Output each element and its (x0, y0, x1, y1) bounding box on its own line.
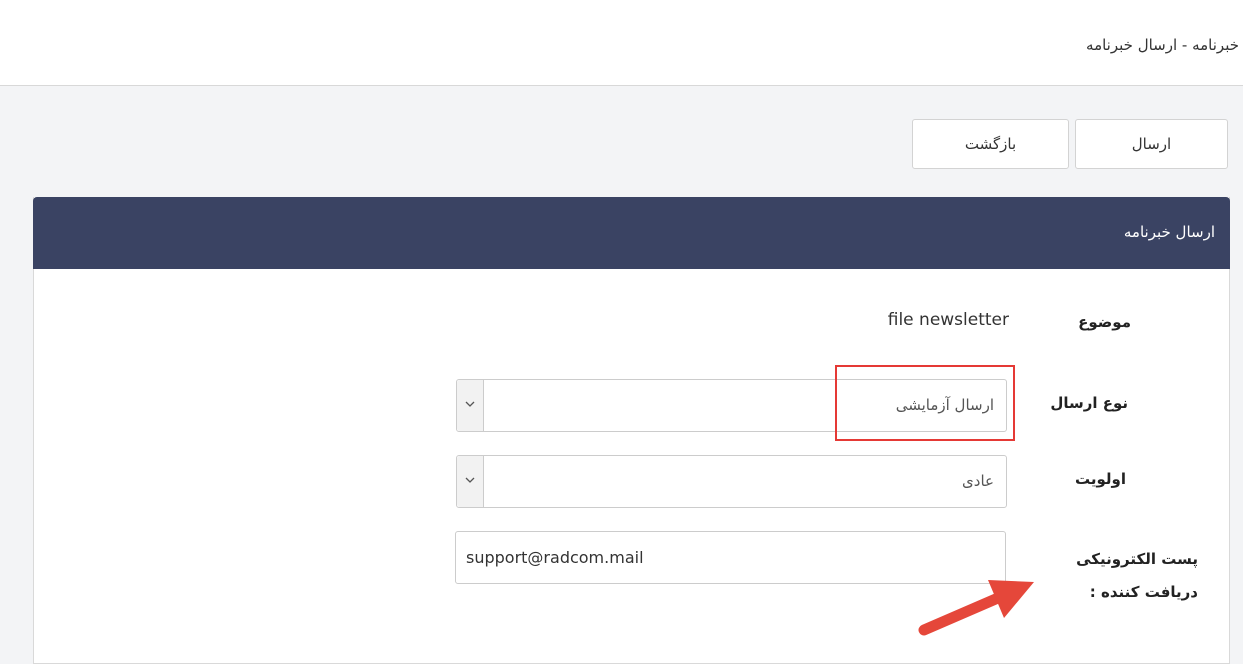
highlight-box (835, 365, 1015, 441)
breadcrumb: خبرنامه - ارسال خبرنامه (1086, 36, 1239, 54)
recipient-email-label: پست الکترونیکی دریافت کننده : (1076, 543, 1198, 609)
priority-select[interactable]: عادی (456, 455, 1007, 508)
recipient-email-label-line2: دریافت کننده : (1089, 583, 1198, 601)
chevron-down-icon[interactable] (457, 380, 484, 431)
send-button[interactable]: ارسال (1075, 119, 1228, 169)
subject-label: موضوع (1078, 313, 1131, 331)
chevron-down-icon[interactable] (457, 456, 484, 507)
top-bar: خبرنامه - ارسال خبرنامه (0, 0, 1243, 86)
priority-selected-value: عادی (962, 472, 994, 490)
priority-label: اولویت (1074, 470, 1126, 488)
recipient-email-label-line1: پست الکترونیکی (1076, 550, 1198, 568)
panel-title: ارسال خبرنامه (1123, 223, 1215, 241)
arrow-icon (918, 580, 1034, 636)
subject-value: file newsletter (887, 310, 1009, 330)
send-type-label: نوع ارسال (1050, 394, 1128, 412)
panel-header: ارسال خبرنامه (33, 197, 1230, 269)
back-button[interactable]: بازگشت (912, 119, 1069, 169)
